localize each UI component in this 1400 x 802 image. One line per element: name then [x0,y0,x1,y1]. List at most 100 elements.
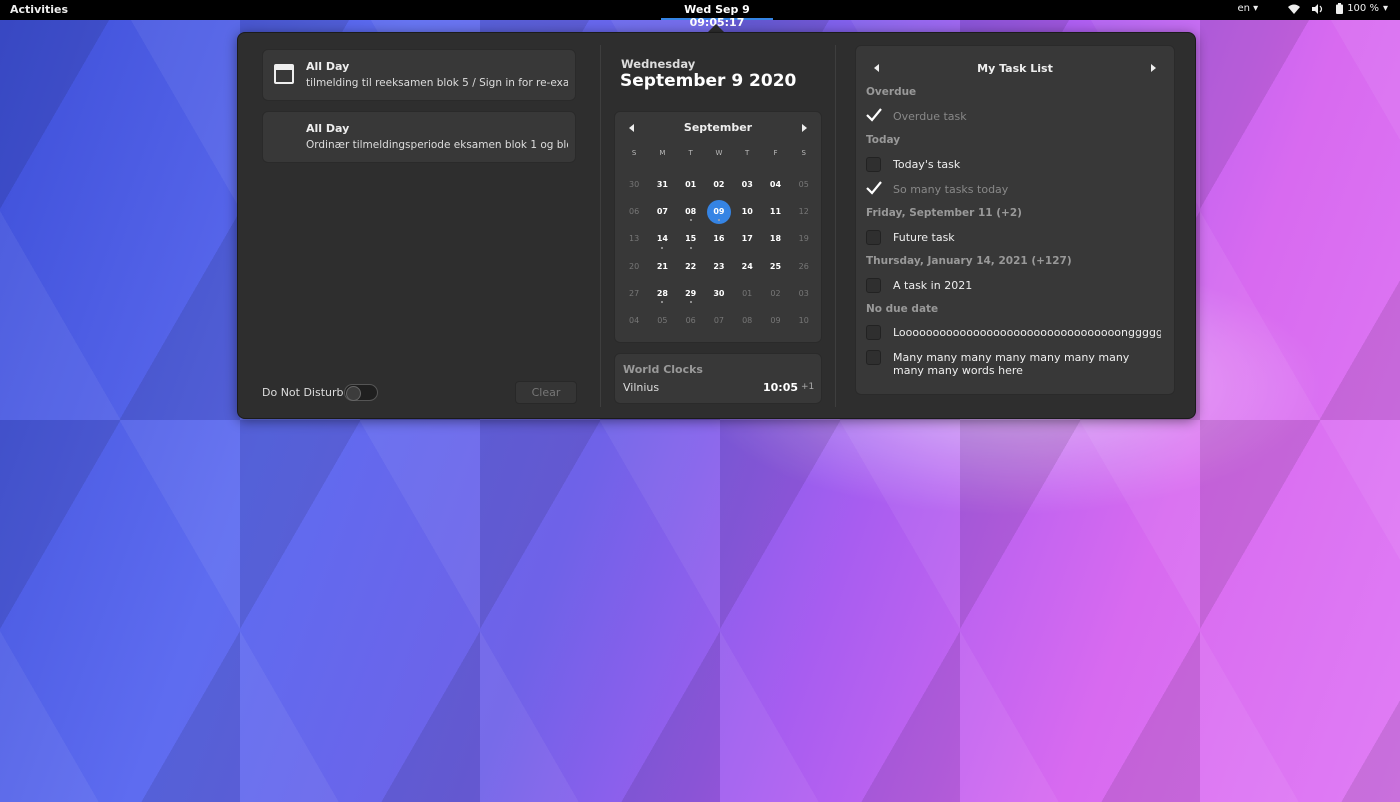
calendar-day[interactable]: 02 [705,171,733,198]
calendar-day[interactable]: 24 [733,253,761,280]
calendar-day[interactable]: 11 [761,198,789,225]
calendar-day[interactable]: 03 [790,280,818,307]
calendar-day[interactable]: 18 [761,225,789,252]
activities-button[interactable]: Activities [10,3,68,16]
task-checkbox[interactable] [866,230,881,245]
calendar-day[interactable]: 06 [620,198,648,225]
calendar-day[interactable]: 29 [677,280,705,307]
calendar-day[interactable]: 21 [648,253,676,280]
task-checkbox[interactable] [866,278,881,293]
divider [835,45,836,407]
calendar-day[interactable]: 07 [648,198,676,225]
calendar-day[interactable]: 19 [790,225,818,252]
task-section-header: No due date [866,303,939,315]
calendar-grid: S M T W T F S 30 31 01 02 03 04 05 06 07 08 09 10 11 12 13 14 1… [620,145,818,334]
do-not-disturb-toggle[interactable] [344,384,378,401]
calendar-day[interactable]: 14 [648,225,676,252]
task-label[interactable]: Overdue task [893,110,1161,123]
month-label: September [683,121,753,134]
next-list-button[interactable] [1151,64,1156,72]
task-label[interactable]: Today's task [893,158,1161,171]
clear-button[interactable]: Clear [515,381,577,404]
calendar-day[interactable]: 01 [677,171,705,198]
keyboard-layout-indicator[interactable]: en ▾ [1237,3,1258,14]
weekday-header: S [631,149,637,157]
calendar-day[interactable]: 10 [790,307,818,334]
notification-title: All Day [306,60,350,73]
world-clocks[interactable]: World Clocks Vilnius 10:05 +1 [614,353,822,404]
calendar-day[interactable]: 30 [620,171,648,198]
calendar-day[interactable]: 04 [620,307,648,334]
calendar-day[interactable]: 04 [761,171,789,198]
weekday-header: W [715,149,723,157]
calendar-day[interactable]: 30 [705,280,733,307]
weekday-label[interactable]: Wednesday [621,57,695,71]
calendar-day[interactable]: 06 [677,307,705,334]
calendar-day[interactable]: 05 [648,307,676,334]
clock-city: Vilnius [623,381,660,394]
notification-card[interactable]: All Day Ordinær tilmeldingsperiode eksam… [262,111,576,163]
calendar-day[interactable]: 05 [790,171,818,198]
calendar-day[interactable]: 16 [705,225,733,252]
task-section-header: Thursday, January 14, 2021 (+127) [866,255,1072,267]
calendar-day[interactable]: 25 [761,253,789,280]
clock-button[interactable]: Wed Sep 9 09:05:17 [661,0,773,29]
calendar-day[interactable]: 31 [648,171,676,198]
task-checkbox[interactable] [866,350,881,365]
calendar-day[interactable]: 27 [620,280,648,307]
calendar-event-icon [274,64,294,84]
calendar-day[interactable]: 02 [761,280,789,307]
task-label[interactable]: Many many many many many many many many … [893,351,1161,377]
weekday-header: M [659,149,666,157]
volume-icon [1312,3,1324,14]
calendar-day[interactable]: 10 [733,198,761,225]
calendar-day[interactable]: 23 [705,253,733,280]
task-list-title: My Task List [977,62,1053,75]
calendar-day[interactable]: 13 [620,225,648,252]
calendar-day[interactable]: 20 [620,253,648,280]
task-label[interactable]: Looooooooooooooooooooooooooooooooonggggg… [893,326,1161,339]
calendar-day[interactable]: 09 [761,307,789,334]
task-checkbox[interactable] [866,157,881,172]
calendar-day[interactable]: 22 [677,253,705,280]
calendar-day[interactable]: 07 [705,307,733,334]
task-list-panel: My Task List Overdue Overdue task Today Tod… [855,45,1175,395]
task-label[interactable]: A task in 2021 [893,279,1161,292]
weekday-header: S [801,149,806,157]
full-date-label[interactable]: September 9 2020 [620,71,796,91]
notification-title: All Day [306,122,350,135]
system-tray[interactable]: en ▾ 100 % ▾ [1237,3,1388,14]
task-checkbox-checked[interactable] [866,181,882,197]
calendar-day[interactable]: 26 [790,253,818,280]
calendar-day[interactable]: 17 [733,225,761,252]
weekday-header: T [688,149,693,157]
task-label[interactable]: Future task [893,231,1161,244]
task-label[interactable]: So many tasks today [893,183,1161,196]
battery-percentage: 100 % [1347,3,1379,14]
notification-body: tilmelding til reeksamen blok 5 / Sign i… [306,77,568,89]
task-checkbox[interactable] [866,325,881,340]
calendar-day-today[interactable]: 09 [705,198,733,225]
battery-icon [1336,3,1344,14]
calendar-day[interactable]: 12 [790,198,818,225]
clock-date: Wed Sep 9 [684,3,750,16]
weekday-header: T [745,149,750,157]
notification-card[interactable]: All Day tilmelding til reeksamen blok 5 … [262,49,576,101]
task-section-header: Today [866,134,901,146]
top-bar: Activities Wed Sep 9 09:05:17 en ▾ 100 %… [0,0,1400,29]
task-checkbox-checked[interactable] [866,108,882,124]
clock-city-offset: +1 [801,382,815,392]
calendar: September S M T W T F S 30 31 01 02 03 04 05 06 07 08 09 1… [614,111,822,343]
calendar-day[interactable]: 08 [677,198,705,225]
calendar-day[interactable]: 01 [733,280,761,307]
wifi-icon [1288,4,1301,14]
calendar-day[interactable]: 15 [677,225,705,252]
next-month-button[interactable] [802,124,807,132]
clock-city-time: 10:05 [763,381,799,394]
calendar-day[interactable]: 08 [733,307,761,334]
calendar-day[interactable]: 28 [648,280,676,307]
date-menu-popup: All Day tilmelding til reeksamen blok 5 … [237,32,1196,419]
calendar-day[interactable]: 03 [733,171,761,198]
chevron-down-icon: ▾ [1382,3,1388,14]
task-section-header: Overdue [866,86,917,98]
